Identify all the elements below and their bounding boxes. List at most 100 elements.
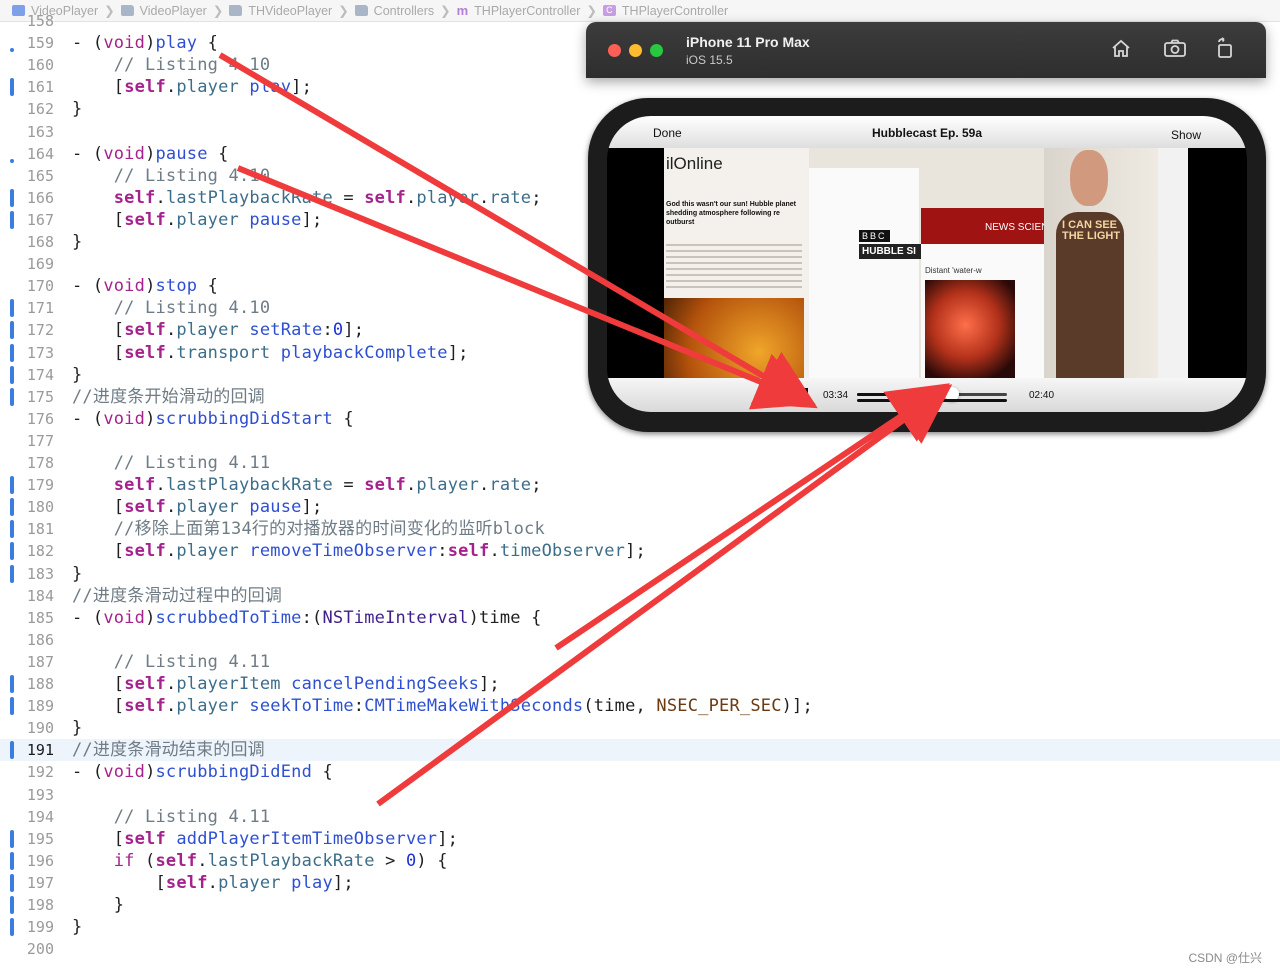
code-line[interactable]: 189 [self.player seekToTime:CMTimeMakeWi…	[0, 695, 1280, 717]
code-text: }	[72, 718, 83, 739]
code-line[interactable]: 200	[0, 938, 1280, 960]
line-number: 199	[26, 918, 54, 937]
line-number: 177	[26, 431, 54, 450]
line-number: 179	[26, 476, 54, 495]
code-text: }	[72, 895, 125, 915]
code-text: [self.player play];	[72, 77, 313, 98]
change-indicator	[10, 321, 14, 340]
code-text: }	[72, 563, 83, 584]
code-line[interactable]: 185 - (void)scrubbedToTime:(NSTimeInterva…	[0, 607, 1280, 629]
line-number: 172	[26, 321, 54, 340]
device-screen[interactable]: Done Hubblecast Ep. 59a Show ilOnline Go…	[607, 116, 1247, 412]
video-hubble-heading: HUBBLE SI	[859, 244, 925, 259]
zoom-window-button[interactable]	[650, 44, 663, 57]
code-text: // Listing 4.10	[113, 298, 271, 319]
change-indicator	[10, 896, 14, 914]
code-text: - (void)play {	[72, 33, 219, 54]
video-news-site-middle: BBC HUBBLE SI	[809, 168, 925, 378]
code-text: [self.player play];	[72, 872, 354, 893]
video-presenter-head	[1070, 150, 1108, 206]
screenshot-button[interactable]	[1162, 38, 1188, 62]
line-number: 189	[26, 697, 54, 716]
code-line[interactable]: 182 [self.player removeTimeObserver:self…	[0, 540, 1280, 562]
code-line[interactable]: 188 [self.playerItem cancelPendingSeeks]…	[0, 673, 1280, 695]
change-indicator	[10, 697, 14, 716]
video-news-site-left: ilOnline God this wasn't our sun! Hubble…	[664, 148, 809, 378]
line-number: 187	[26, 652, 54, 671]
show-button[interactable]: Show	[1171, 128, 1201, 142]
code-text: // Listing 4.11	[113, 453, 271, 473]
code-text: }	[72, 917, 83, 938]
player-navbar: Done Hubblecast Ep. 59a Show	[607, 116, 1247, 148]
code-text: //进度条滑动结束的回调	[72, 740, 265, 761]
code-text: [self.player setRate:0];	[72, 320, 365, 341]
code-line[interactable]: 191 //进度条滑动结束的回调	[0, 739, 1280, 762]
change-indicator	[10, 498, 14, 517]
code-text: - (void)stop {	[72, 276, 219, 297]
code-line[interactable]: 180 [self.player pause];	[0, 496, 1280, 518]
change-indicator	[10, 520, 14, 539]
change-indicator	[10, 78, 14, 97]
code-line[interactable]: 192 - (void)scrubbingDidEnd {	[0, 761, 1280, 783]
line-number: 185	[26, 608, 54, 627]
code-text: [self addPlayerItemTimeObserver];	[72, 828, 459, 849]
code-line[interactable]: 193	[0, 784, 1280, 806]
change-indicator	[10, 851, 14, 870]
scrubber-slider[interactable]	[857, 387, 1007, 401]
close-window-button[interactable]	[608, 44, 621, 57]
code-line[interactable]: 177	[0, 430, 1280, 452]
video-news-caption: Distant 'water-w	[925, 266, 982, 275]
line-number: 160	[26, 56, 54, 75]
change-indicator	[10, 210, 14, 229]
minimize-window-button[interactable]	[629, 44, 642, 57]
iphone-simulator: Done Hubblecast Ep. 59a Show ilOnline Go…	[588, 98, 1266, 432]
line-number: 175	[26, 387, 54, 406]
line-number: 181	[26, 520, 54, 539]
code-line[interactable]: 198 }	[0, 894, 1280, 916]
code-text: [self.player pause];	[72, 497, 323, 518]
video-frame[interactable]: ilOnline God this wasn't our sun! Hubble…	[664, 148, 1188, 378]
line-number: 171	[26, 299, 54, 318]
code-line[interactable]: 181 //移除上面第134行的对播放器的时间变化的监听block	[0, 518, 1280, 540]
line-number: 169	[26, 255, 54, 274]
code-line[interactable]: 194 // Listing 4.11	[0, 806, 1280, 828]
video-site-brand: ilOnline	[666, 154, 723, 173]
code-text: [self.transport playbackComplete];	[72, 342, 469, 363]
code-text: - (void)scrubbedToTime:(NSTimeInterval)t…	[72, 607, 542, 628]
home-icon	[1110, 38, 1132, 62]
video-text-block	[666, 244, 802, 292]
code-text: //进度条开始滑动的回调	[72, 386, 265, 407]
code-line[interactable]: 179 self.lastPlaybackRate = self.player.…	[0, 474, 1280, 496]
video-news-site-right	[1158, 148, 1188, 378]
code-text: - (void)scrubbingDidStart {	[72, 408, 354, 429]
code-line[interactable]: 186	[0, 629, 1280, 651]
rotate-button[interactable]	[1212, 37, 1238, 62]
code-line[interactable]: 197 [self.player play];	[0, 872, 1280, 894]
current-time-label: 03:34	[823, 390, 849, 401]
code-line[interactable]: 187 // Listing 4.11	[0, 651, 1280, 673]
change-indicator	[10, 299, 14, 318]
code-line[interactable]: 178 // Listing 4.11	[0, 452, 1280, 474]
code-line[interactable]: 195 [self addPlayerItemTimeObserver];	[0, 828, 1280, 850]
line-number: 178	[26, 454, 54, 472]
code-text: if (self.lastPlaybackRate > 0) {	[113, 850, 448, 871]
change-indicator	[10, 741, 14, 760]
code-line[interactable]: 161 [self.player play];	[0, 76, 1280, 98]
code-line[interactable]: 184 //进度条滑动过程中的回调	[0, 585, 1280, 607]
code-text: [self.player pause];	[72, 209, 323, 230]
code-line[interactable]: 199}	[0, 916, 1280, 938]
line-number: 170	[26, 277, 54, 296]
line-number: 196	[26, 851, 54, 870]
line-number: 164	[26, 144, 54, 163]
line-number: 194	[26, 807, 54, 826]
line-number: 190	[26, 719, 54, 738]
simulator-os-version: iOS 15.5	[686, 53, 733, 67]
line-number: 161	[26, 78, 54, 97]
code-text: [self.playerItem cancelPendingSeeks];	[72, 674, 500, 694]
line-number: 163	[26, 122, 54, 141]
code-line[interactable]: 196 if (self.lastPlaybackRate > 0) {	[0, 850, 1280, 872]
code-line[interactable]: 183}	[0, 563, 1280, 585]
pause-button[interactable]	[797, 388, 809, 402]
code-line[interactable]: 190}	[0, 717, 1280, 739]
home-button[interactable]	[1108, 38, 1134, 62]
